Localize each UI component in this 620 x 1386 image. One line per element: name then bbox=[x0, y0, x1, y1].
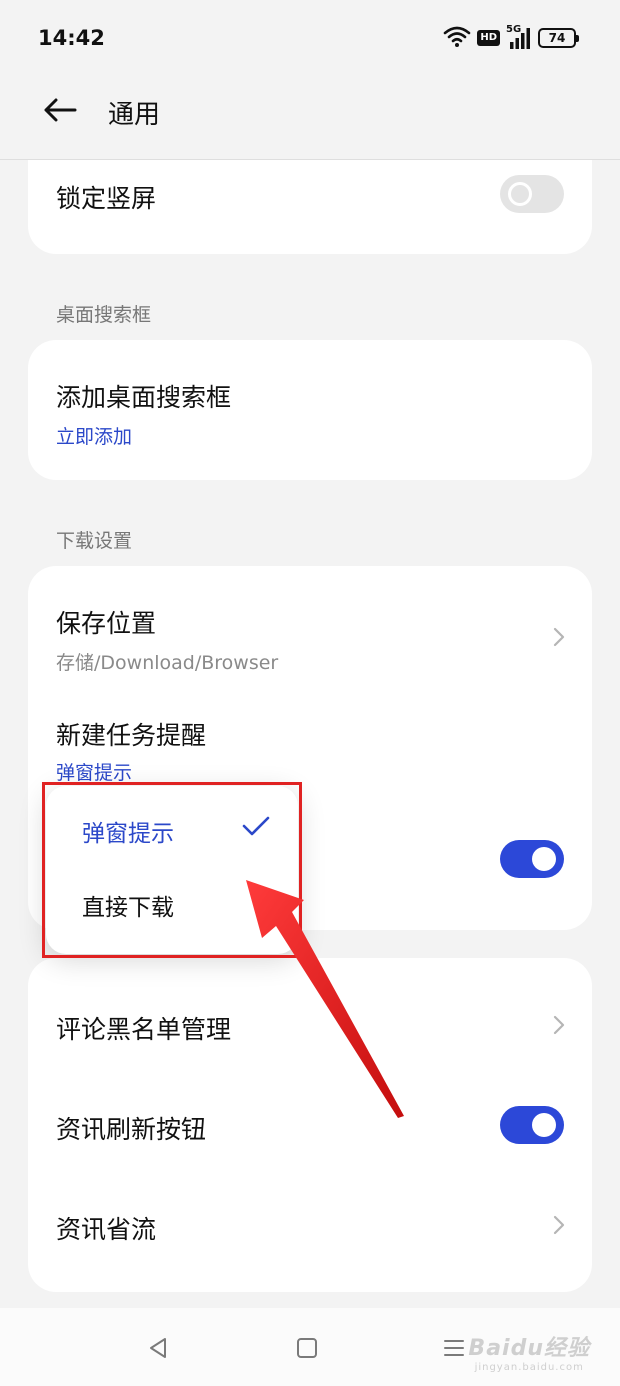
chevron-right-icon bbox=[553, 1215, 565, 1235]
battery-icon: 74 bbox=[538, 28, 579, 48]
add-search-box-title: 添加桌面搜索框 bbox=[56, 383, 232, 412]
comment-blacklist-label: 评论黑名单管理 bbox=[56, 1015, 232, 1044]
lock-screen-label: 锁定竖屏 bbox=[56, 184, 157, 213]
section-label-search-box: 桌面搜索框 bbox=[56, 304, 152, 326]
save-location-value: 存储/Download/Browser bbox=[56, 652, 279, 674]
news-data-saver-label: 资讯省流 bbox=[56, 1215, 157, 1244]
more-settings-card: 评论黑名单管理 资讯刷新按钮 资讯省流 bbox=[28, 958, 592, 1292]
page-title-overlay: 通用 bbox=[108, 100, 161, 130]
header-overlay: 通用 bbox=[0, 76, 620, 160]
save-location-row[interactable]: 保存位置 存储/Download/Browser bbox=[28, 566, 592, 686]
arrow-left-icon bbox=[44, 98, 77, 122]
wifi-icon bbox=[443, 25, 471, 51]
triangle-back-icon bbox=[150, 1338, 166, 1358]
square-home-icon bbox=[297, 1338, 317, 1358]
popup-option-dialog[interactable]: 弹窗提示 bbox=[82, 814, 174, 848]
chevron-right-icon bbox=[553, 627, 565, 647]
menu-icon bbox=[444, 1340, 464, 1356]
checkmark-icon bbox=[242, 816, 270, 836]
new-task-reminder-row[interactable]: 新建任务提醒 弹窗提示 bbox=[28, 696, 592, 786]
battery-level: 74 bbox=[548, 31, 566, 45]
chevron-right-icon bbox=[553, 1015, 565, 1035]
popup-option-direct-download[interactable]: 直接下载 bbox=[82, 888, 174, 922]
news-data-saver-row[interactable]: 资讯省流 bbox=[28, 1176, 592, 1276]
status-time: 14:42 bbox=[38, 26, 105, 50]
hidden-row-toggle[interactable] bbox=[500, 840, 564, 878]
section-label-download: 下载设置 bbox=[56, 530, 133, 552]
hd-badge: HD bbox=[477, 30, 500, 46]
signal-icon: 5G bbox=[506, 24, 532, 50]
news-refresh-toggle[interactable] bbox=[500, 1106, 564, 1144]
back-button-overlay[interactable] bbox=[38, 92, 82, 128]
watermark-sub: jingyan.baidu.com bbox=[474, 1362, 584, 1373]
status-bar: 14:42 HD 5G 74 bbox=[0, 0, 620, 76]
watermark-main: Baidu经验 bbox=[468, 1336, 590, 1361]
toggle-knob bbox=[532, 847, 556, 871]
news-refresh-row: 资讯刷新按钮 bbox=[28, 1076, 592, 1176]
nav-menu-button[interactable] bbox=[436, 1330, 472, 1366]
toggle-knob bbox=[532, 1113, 556, 1137]
nav-home-button[interactable] bbox=[289, 1330, 325, 1366]
watermark: Baidu经验 jingyan.baidu.com bbox=[468, 1330, 590, 1373]
reminder-popup-menu: 弹窗提示 直接下载 bbox=[46, 786, 298, 954]
add-now-link[interactable]: 立即添加 bbox=[56, 422, 132, 449]
search-box-card[interactable]: 添加桌面搜索框 立即添加 bbox=[28, 340, 592, 480]
news-refresh-label: 资讯刷新按钮 bbox=[56, 1115, 207, 1144]
nav-back-button[interactable] bbox=[140, 1330, 176, 1366]
save-location-title: 保存位置 bbox=[56, 609, 157, 638]
new-task-reminder-title: 新建任务提醒 bbox=[56, 721, 207, 750]
toggle-knob bbox=[508, 182, 532, 206]
status-icons: HD 5G 74 bbox=[443, 24, 579, 52]
new-task-reminder-value: 弹窗提示 bbox=[56, 762, 133, 784]
comment-blacklist-row[interactable]: 评论黑名单管理 bbox=[28, 976, 592, 1076]
lock-screen-toggle[interactable] bbox=[500, 175, 564, 213]
